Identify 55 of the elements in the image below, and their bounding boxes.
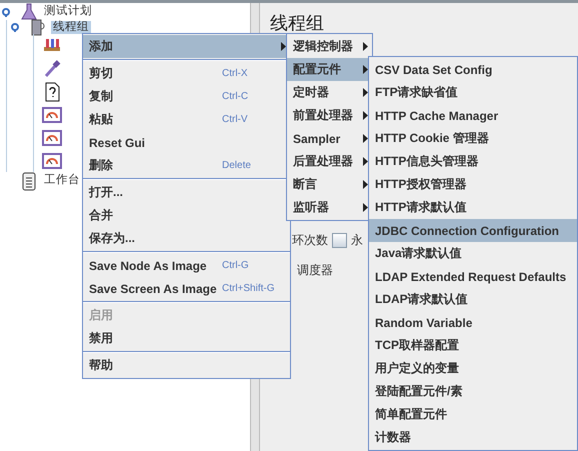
menu-item[interactable]: Reset Gui	[83, 131, 290, 154]
tree-item[interactable]: 测试计划	[42, 5, 94, 18]
panel-title: 线程组	[270, 12, 325, 35]
menu-item[interactable]: 复制 Ctrl-C	[83, 85, 290, 108]
menu-item[interactable]: 打开...	[83, 181, 290, 204]
flask-icon	[19, 3, 39, 22]
menu-item[interactable]: Sampler	[287, 127, 372, 150]
menu-item[interactable]: HTTP请求默认值	[369, 196, 577, 219]
menu-item[interactable]: HTTP Cache Manager	[369, 104, 577, 127]
menu-item[interactable]: 粘贴 Ctrl-V	[83, 108, 290, 131]
menu-item[interactable]: HTTP信息头管理器	[369, 150, 577, 173]
shortcut-label: Delete	[222, 160, 252, 171]
menu-item[interactable]: HTTP Cookie 管理器	[369, 127, 577, 150]
menu-item[interactable]: 禁用	[83, 327, 290, 350]
menu-item[interactable]: Java请求默认值	[369, 242, 577, 265]
loop-label: 环次数	[292, 232, 328, 248]
gauge-icon	[42, 150, 62, 170]
shortcut-label: Ctrl-G	[222, 260, 250, 271]
shortcut-label: Ctrl+Shift-G	[222, 283, 276, 294]
menu-item[interactable]: 逻辑控制器	[287, 35, 372, 58]
checkbox-label: 永	[351, 232, 363, 248]
gauge-icon	[42, 128, 62, 148]
shortcut-label: Ctrl-V	[222, 114, 249, 125]
menu-item[interactable]: 监听器	[287, 196, 372, 219]
scheduler-label: 调度器	[297, 262, 333, 278]
menu-item[interactable]: 登陆配置元件/素	[369, 380, 577, 403]
menu-item[interactable]: 合并	[83, 204, 290, 227]
menu-item[interactable]: CSV Data Set Config	[369, 58, 577, 81]
menu-item[interactable]: 后置处理器	[287, 150, 372, 173]
dropper-icon	[42, 58, 62, 78]
menu-item[interactable]: Save Node As Image Ctrl-G	[83, 254, 290, 277]
shortcut-label: Ctrl-C	[222, 91, 250, 102]
shortcut-label: Ctrl-X	[222, 68, 249, 79]
menu-item[interactable]: 用户定义的变量	[369, 357, 577, 380]
menu-item[interactable]: 帮助	[83, 354, 290, 377]
menu-item[interactable]: HTTP授权管理器	[369, 173, 577, 196]
menu-item[interactable]: 计数器	[369, 426, 577, 449]
menu-item[interactable]: LDAP Extended Request Defaults	[369, 265, 577, 288]
checkbox[interactable]	[332, 232, 347, 248]
menu-item[interactable]: 前置处理器	[287, 104, 372, 127]
menu-item[interactable]: 定时器	[287, 81, 372, 104]
menu-item[interactable]: 删除 Delete	[83, 154, 290, 177]
menu-item[interactable]: 保存为...	[83, 227, 290, 250]
menu-item[interactable]: 断言	[287, 173, 372, 196]
tree-item[interactable]: 线程组	[51, 20, 91, 34]
menu-item[interactable]: TCP取样器配置	[369, 334, 577, 357]
menu-item[interactable]: FTP请求缺省值	[369, 81, 577, 104]
tree-item[interactable]: 工作台	[42, 174, 82, 187]
menu-item[interactable]: Save Screen As Image Ctrl+Shift-G	[83, 277, 290, 300]
menu-item[interactable]: LDAP请求默认值	[369, 288, 577, 311]
gauge-icon	[42, 104, 62, 124]
menu-item[interactable]: Random Variable	[369, 311, 577, 334]
menu-item[interactable]: 剪切 Ctrl-X	[83, 62, 290, 85]
menu-item[interactable]: 简单配置元件	[369, 403, 577, 426]
menu-item[interactable]: JDBC Connection Configuration	[369, 219, 577, 242]
